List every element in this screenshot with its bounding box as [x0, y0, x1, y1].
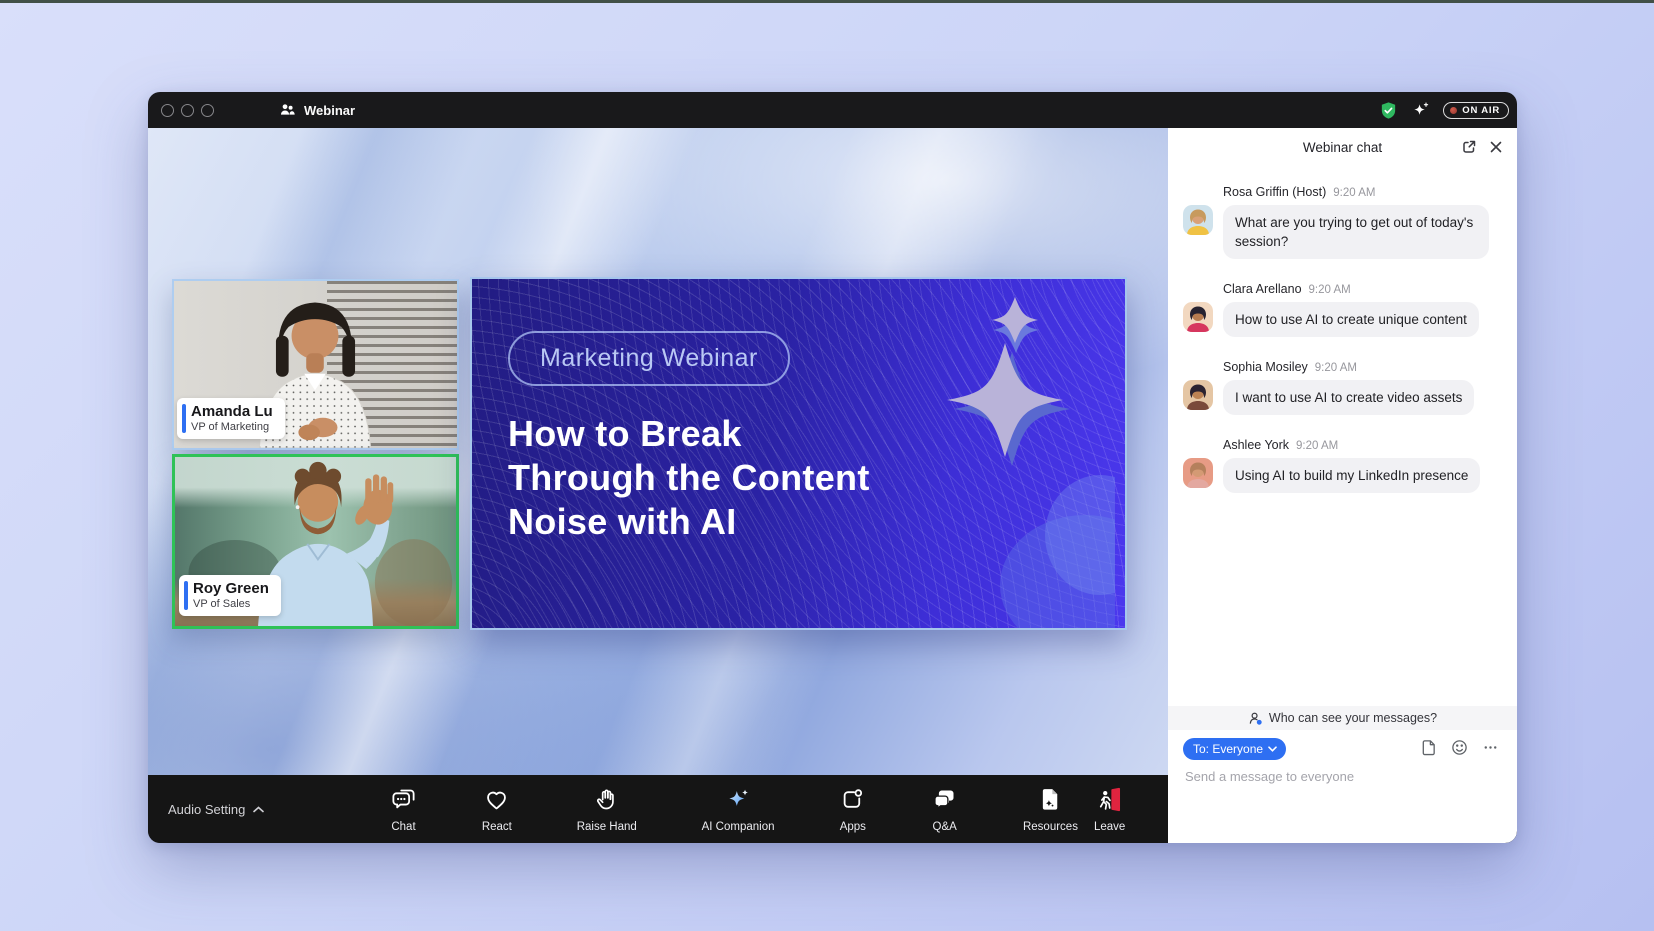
- meeting-toolbar: Audio Setting Chat React Raise Hand AI C…: [148, 775, 1168, 843]
- webinar-chat-panel: Webinar chat Rosa Griffin (Host) 9:20 AM: [1168, 128, 1517, 843]
- message-timestamp: 9:20 AM: [1315, 362, 1357, 374]
- video-stage: Amanda Lu VP of Marketing: [148, 128, 1168, 775]
- message-sender-name: Clara Arellano: [1223, 282, 1302, 296]
- window-minimize-button[interactable]: [181, 104, 194, 117]
- message-timestamp: 9:20 AM: [1296, 440, 1338, 452]
- video-tile-amanda[interactable]: Amanda Lu VP of Marketing: [172, 279, 459, 450]
- slide-title: How to BreakThrough the ContentNoise wit…: [508, 412, 870, 544]
- window-title: Webinar: [304, 103, 355, 118]
- app-title: Webinar: [278, 101, 355, 119]
- privacy-note[interactable]: Who can see your messages?: [1168, 706, 1517, 730]
- chat-header: Webinar chat: [1168, 128, 1517, 168]
- video-tile-roy[interactable]: Roy Green VP of Sales: [172, 454, 459, 629]
- message-bubble: I want to use AI to create video assets: [1223, 380, 1474, 415]
- toolbar-item-resources[interactable]: Resources: [1023, 786, 1078, 833]
- toolbar-item-ai-companion[interactable]: AI Companion: [702, 786, 775, 833]
- window-controls: [161, 104, 214, 117]
- speaker-role: VP of Marketing: [191, 421, 273, 434]
- participants-icon: [278, 101, 296, 119]
- chevron-up-icon: [253, 806, 264, 813]
- chat-message-input[interactable]: [1183, 768, 1497, 785]
- nametag-amanda: Amanda Lu VP of Marketing: [177, 398, 285, 439]
- avatar: [1183, 205, 1213, 235]
- toolbar-leave-area: Leave: [1094, 775, 1154, 843]
- chat-message: Sophia Mosiley 9:20 AM I want to use AI t…: [1183, 359, 1501, 415]
- slide-title-line: Through the Content: [508, 456, 870, 500]
- privacy-note-text: Who can see your messages?: [1269, 711, 1437, 725]
- nametag-accent-bar: [182, 404, 186, 433]
- shared-slide: Marketing Webinar How to BreakThrough th…: [470, 277, 1127, 630]
- chat-message: Clara Arellano 9:20 AM How to use AI to c…: [1183, 281, 1501, 337]
- audio-setting-label: Audio Setting: [168, 802, 245, 817]
- chevron-down-icon: [1268, 746, 1277, 752]
- message-timestamp: 9:20 AM: [1333, 187, 1375, 199]
- resources-icon: [1037, 786, 1064, 818]
- apps-icon: [839, 786, 866, 818]
- chat-message: Rosa Griffin (Host) 9:20 AM What are you …: [1183, 184, 1501, 259]
- toolbar-item-react[interactable]: React: [482, 786, 512, 833]
- message-sender-name: Sophia Mosiley: [1223, 360, 1308, 374]
- ai-sparkle-icon[interactable]: [1411, 101, 1430, 120]
- toolbar-item-apps[interactable]: Apps: [839, 786, 866, 833]
- close-icon[interactable]: [1489, 140, 1503, 154]
- react-icon: [483, 786, 510, 818]
- message-bubble: Using AI to build my LinkedIn presence: [1223, 458, 1480, 493]
- audio-setting-button[interactable]: Audio Setting: [168, 775, 264, 843]
- titlebar-status-area: ON AIR: [1379, 92, 1509, 128]
- chat-icon: [390, 786, 417, 818]
- more-options-icon[interactable]: [1482, 739, 1499, 756]
- window-close-button[interactable]: [161, 104, 174, 117]
- popout-icon[interactable]: [1461, 139, 1477, 155]
- chat-message-list: Rosa Griffin (Host) 9:20 AM What are you …: [1168, 168, 1517, 515]
- slide-title-line: How to Break: [508, 412, 870, 456]
- desktop-background: Webinar ON AIR: [0, 0, 1654, 931]
- nametag-roy: Roy Green VP of Sales: [179, 575, 281, 616]
- avatar: [1183, 302, 1213, 332]
- nametag-accent-bar: [184, 581, 188, 610]
- message-sender-name: Rosa Griffin (Host): [1223, 185, 1326, 199]
- screen-top-edge: [0, 0, 1654, 3]
- slide-badge: Marketing Webinar: [508, 331, 790, 386]
- on-air-dot-icon: [1450, 107, 1457, 114]
- slide-title-line: Noise with AI: [508, 500, 870, 544]
- chat-message: Ashlee York 9:20 AM Using AI to build my …: [1183, 437, 1501, 493]
- to-everyone-label: To: Everyone: [1193, 742, 1263, 756]
- attach-file-icon[interactable]: [1420, 739, 1437, 756]
- speaker-role: VP of Sales: [193, 598, 269, 611]
- security-shield-icon[interactable]: [1379, 101, 1398, 120]
- to-everyone-selector[interactable]: To: Everyone: [1183, 738, 1286, 760]
- speaker-name: Amanda Lu: [191, 403, 273, 421]
- webinar-window: Webinar ON AIR: [148, 92, 1517, 843]
- on-air-label: ON AIR: [1462, 105, 1500, 116]
- emoji-icon[interactable]: [1451, 739, 1468, 756]
- toolbar-item-leave[interactable]: Leave: [1094, 786, 1125, 833]
- person-visibility-icon: [1248, 711, 1263, 726]
- on-air-badge: ON AIR: [1443, 102, 1509, 119]
- message-timestamp: 9:20 AM: [1309, 284, 1351, 296]
- window-titlebar: Webinar ON AIR: [148, 92, 1517, 128]
- toolbar-tools: Chat React Raise Hand AI Companion Apps …: [390, 775, 1078, 843]
- message-sender-name: Ashlee York: [1223, 438, 1289, 452]
- avatar: [1183, 380, 1213, 410]
- toolbar-item-chat[interactable]: Chat: [390, 786, 417, 833]
- toolbar-item-raise-hand[interactable]: Raise Hand: [577, 786, 637, 833]
- message-bubble: What are you trying to get out of today'…: [1223, 205, 1489, 259]
- qa-icon: [931, 786, 958, 818]
- toolbar-item-qa[interactable]: Q&A: [931, 786, 958, 833]
- speaker-name: Roy Green: [193, 580, 269, 598]
- ai-companion-icon: [725, 786, 752, 818]
- leave-icon: [1096, 786, 1123, 818]
- slide-3d-shapes: [885, 285, 1115, 630]
- message-bubble: How to use AI to create unique content: [1223, 302, 1479, 337]
- raise-hand-icon: [593, 786, 620, 818]
- window-zoom-button[interactable]: [201, 104, 214, 117]
- avatar: [1183, 458, 1213, 488]
